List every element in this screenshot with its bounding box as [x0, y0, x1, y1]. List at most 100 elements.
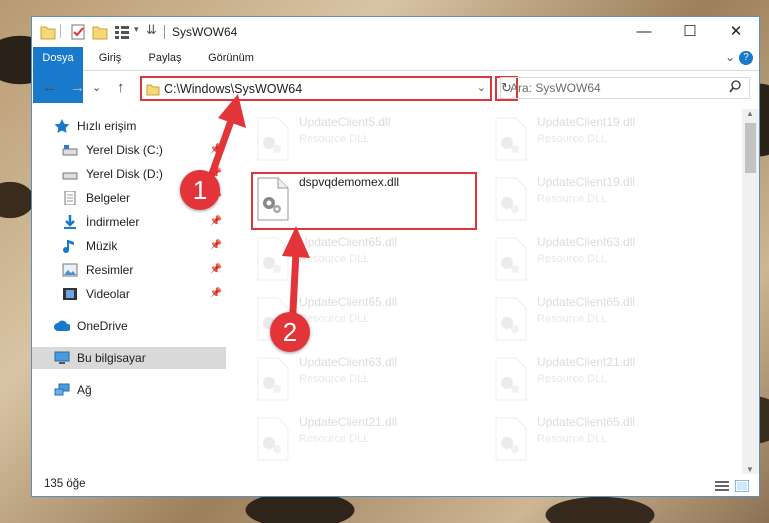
- computer-icon: [54, 351, 70, 364]
- cloud-icon: [54, 320, 70, 331]
- drive-icon: [62, 145, 78, 156]
- list-item[interactable]: UpdateClient63.dll Resource DLL: [252, 351, 482, 407]
- file-name: UpdateClient19.dll: [537, 175, 636, 189]
- pin-icon: 📌: [209, 240, 222, 251]
- tab-view[interactable]: Görünüm: [200, 47, 262, 70]
- drive-icon: [62, 172, 78, 180]
- file-name: UpdateClient19.dll: [537, 115, 636, 129]
- sidebar-item-this-pc[interactable]: Bu bilgisayar: [32, 347, 226, 369]
- list-item[interactable]: UpdateClient5.dll Resource DLL: [252, 111, 482, 167]
- up-button[interactable]: ↑: [117, 79, 125, 96]
- list-item[interactable]: UpdateClient65.dll Resource DLL: [490, 291, 720, 347]
- large-icons-view-icon[interactable]: [735, 480, 749, 492]
- vertical-scrollbar[interactable]: ▲ ▼: [742, 109, 759, 474]
- file-type: Resource DLL: [537, 373, 608, 385]
- sidebar-item-label: Belgeler: [86, 191, 131, 205]
- pin-icon: 📌: [209, 288, 222, 299]
- file-type: Resource DLL: [537, 433, 608, 445]
- scroll-up-icon[interactable]: ▲: [746, 109, 754, 118]
- help-icon[interactable]: ?: [739, 51, 753, 65]
- music-icon: [63, 240, 74, 253]
- scrollbar-thumb[interactable]: [745, 123, 756, 173]
- maximize-button[interactable]: ☐: [667, 17, 713, 47]
- sidebar-item-label: Yerel Disk (D:): [86, 167, 163, 181]
- list-item[interactable]: UpdateClient19.dll Resource DLL: [490, 111, 720, 167]
- file-type: Resource DLL: [537, 133, 608, 145]
- star-icon: [54, 119, 70, 133]
- sidebar-item-videos[interactable]: Videolar 📌: [32, 283, 226, 305]
- close-button[interactable]: ✕: [713, 17, 759, 47]
- dll-file-icon: [495, 117, 527, 161]
- sidebar-item-label: İndirmeler: [86, 215, 140, 229]
- dll-file-icon: [257, 417, 289, 461]
- list-item[interactable]: UpdateClient19.dll Resource DLL: [490, 171, 720, 227]
- sidebar-item-label: Videolar: [86, 287, 130, 301]
- minimize-button[interactable]: —: [621, 17, 667, 47]
- file-name: UpdateClient5.dll: [299, 115, 391, 129]
- forward-button[interactable]: →: [70, 79, 85, 96]
- sidebar-item-label: Resimler: [86, 263, 134, 277]
- customize-toolbar-icon[interactable]: ⇊: [146, 22, 157, 38]
- view-options-icon[interactable]: [114, 23, 130, 41]
- dll-file-icon: [495, 237, 527, 281]
- explorer-window: ▾ ⇊ SysWOW64 — ☐ ✕ Dosya Giriş Paylaş Gö…: [31, 16, 760, 497]
- dll-file-icon: [495, 177, 527, 221]
- step-marker-2: 2: [270, 312, 310, 352]
- file-type: Resource DLL: [537, 313, 608, 325]
- pin-icon: 📌: [209, 264, 222, 275]
- file-name: UpdateClient65.dll: [537, 295, 636, 309]
- list-item[interactable]: UpdateClient65.dll Resource DLL: [490, 411, 720, 467]
- documents-icon: [64, 191, 76, 205]
- status-bar: 135 öğe: [32, 475, 759, 497]
- address-dropdown-icon[interactable]: ⌄: [477, 81, 486, 94]
- file-type: Resource DLL: [299, 433, 370, 445]
- tab-home[interactable]: Giriş: [90, 47, 130, 70]
- file-type: Resource DLL: [299, 133, 370, 145]
- list-item[interactable]: UpdateClient21.dll Resource DLL: [252, 411, 482, 467]
- customize-quick-access-icon[interactable]: ▾: [134, 24, 139, 35]
- pin-icon: 📌: [209, 216, 222, 227]
- sidebar-item-label: Müzik: [86, 239, 118, 253]
- back-button[interactable]: ←: [42, 79, 57, 96]
- sidebar-item-label: Yerel Disk (C:): [86, 143, 163, 157]
- sidebar-item-network[interactable]: Ağ: [32, 379, 226, 401]
- window-title: SysWOW64: [172, 25, 238, 39]
- list-item[interactable]: UpdateClient63.dll Resource DLL: [490, 231, 720, 287]
- title-divider: [164, 25, 165, 39]
- file-name: UpdateClient21.dll: [299, 415, 398, 429]
- step-marker-1: 1: [180, 170, 220, 210]
- dll-file-icon: [257, 117, 289, 161]
- tab-share[interactable]: Paylaş: [140, 47, 190, 70]
- sidebar-item-onedrive[interactable]: OneDrive: [32, 315, 226, 337]
- item-count: 135 öğe: [44, 478, 86, 490]
- divider: [60, 24, 61, 38]
- sidebar-item-label: OneDrive: [77, 319, 128, 333]
- folder-icon: [146, 84, 160, 96]
- sidebar-item-label: Bu bilgisayar: [77, 351, 146, 365]
- file-type: Resource DLL: [537, 193, 608, 205]
- sidebar-item-label: Hızlı erişim: [77, 119, 137, 133]
- dll-file-icon: [495, 417, 527, 461]
- details-view-icon[interactable]: [715, 480, 729, 492]
- dll-file-icon: [495, 297, 527, 341]
- file-name: UpdateClient63.dll: [537, 235, 636, 249]
- list-item[interactable]: UpdateClient21.dll Resource DLL: [490, 351, 720, 407]
- file-type: Resource DLL: [299, 373, 370, 385]
- recent-locations-icon[interactable]: ⌄: [92, 81, 101, 94]
- new-folder-icon[interactable]: [92, 23, 108, 41]
- dll-file-icon: [257, 357, 289, 401]
- search-icon[interactable]: [729, 80, 741, 94]
- scroll-down-icon[interactable]: ▼: [746, 465, 754, 474]
- file-type: Resource DLL: [537, 253, 608, 265]
- network-icon: [54, 383, 70, 396]
- expand-ribbon-icon[interactable]: ⌄: [725, 50, 735, 64]
- properties-icon[interactable]: [70, 23, 86, 41]
- search-box[interactable]: Ara: SysWOW64: [500, 77, 750, 99]
- sidebar-item-downloads[interactable]: İndirmeler 📌: [32, 211, 226, 233]
- sidebar-item-music[interactable]: Müzik 📌: [32, 235, 226, 257]
- sidebar-item-pictures[interactable]: Resimler 📌: [32, 259, 226, 281]
- pictures-icon: [62, 263, 78, 277]
- file-name: UpdateClient21.dll: [537, 355, 636, 369]
- dll-file-icon: [495, 357, 527, 401]
- navigation-bar: ← → ⌄ ↑ C:\Windows\SysWOW64 ⌄ ↻ Ara: Sys…: [32, 71, 759, 105]
